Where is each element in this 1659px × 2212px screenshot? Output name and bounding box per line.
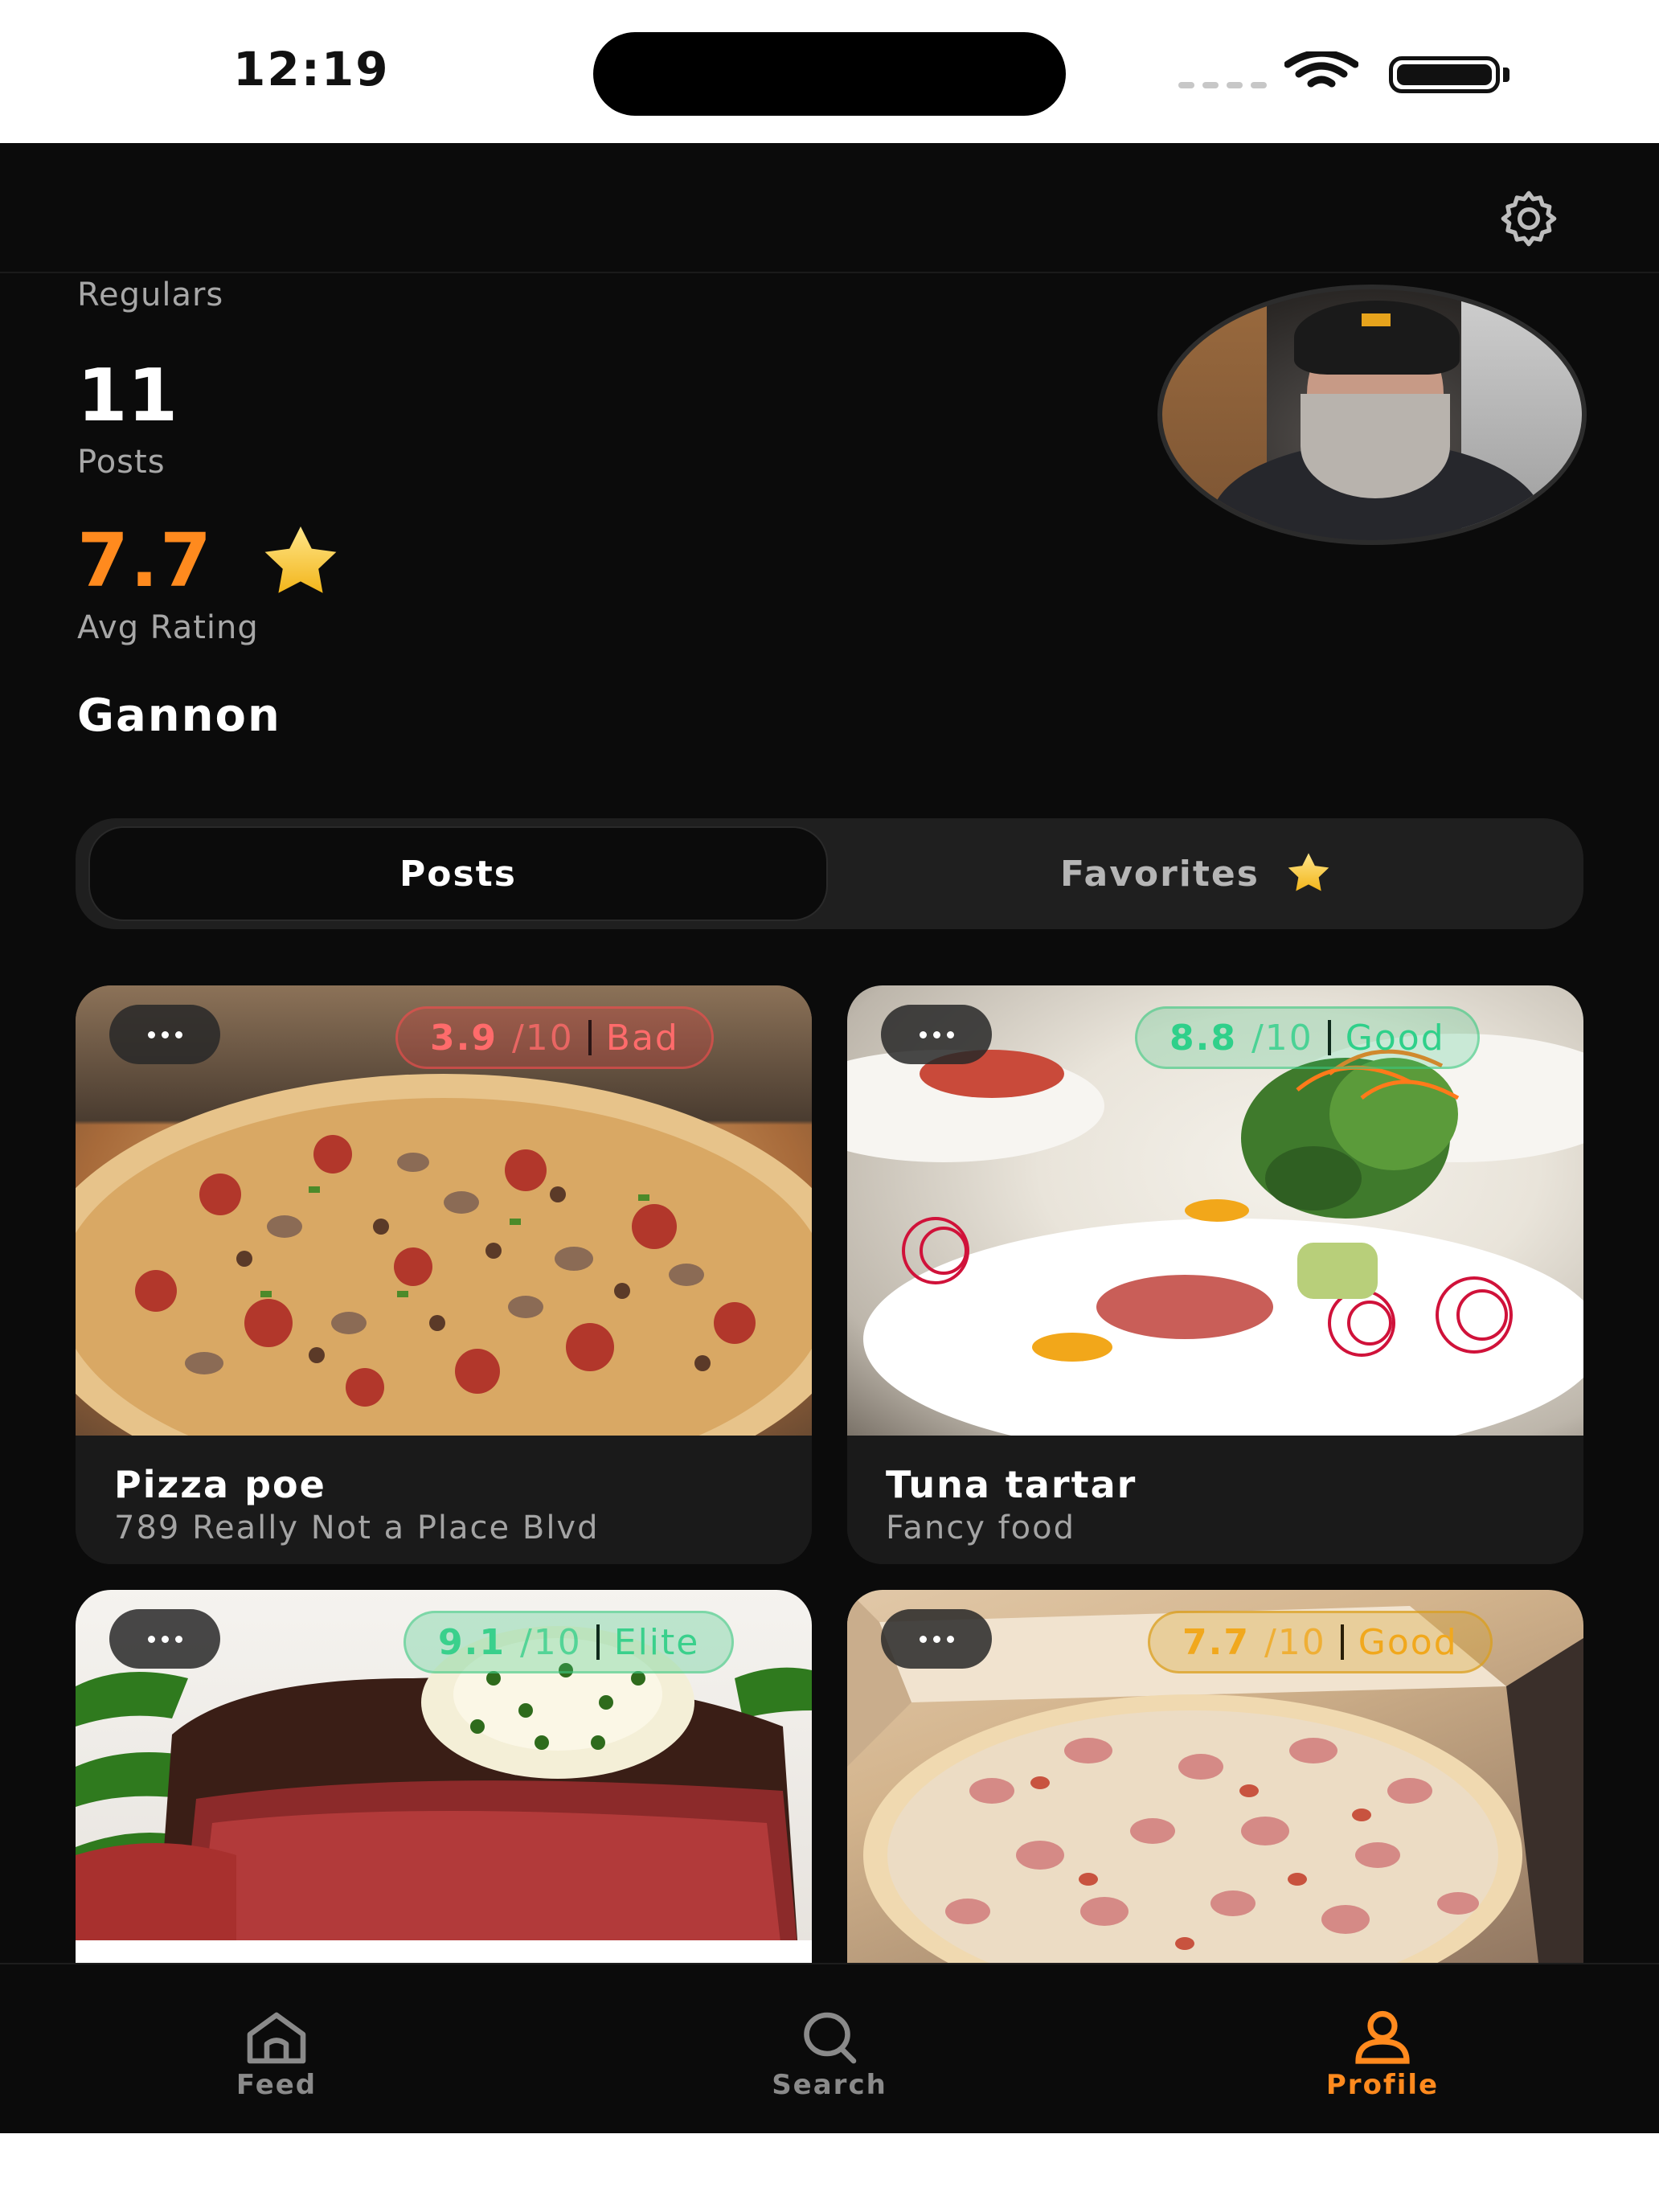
posts-label: Posts [77,444,166,481]
post-info: Pizza poe 789 Really Not a Place Blvd [76,1436,812,1564]
home-indicator-area [0,2133,1659,2212]
nav-profile[interactable]: Profile [1278,2008,1487,2101]
avg-rating-label: Avg Rating [77,609,259,646]
post-title: Tuna tartar [886,1463,1137,1506]
tab-favorites[interactable]: Favorites [831,826,1571,921]
search-icon [804,2012,857,2064]
battery-cap [1503,68,1509,82]
post-image: 7.7 /10 Good [847,1590,1583,1963]
home-icon [247,2012,306,2064]
post-subtitle: 789 Really Not a Place Blvd [114,1509,600,1546]
post-title: Pizza poe [114,1463,326,1506]
status-time: 12:19 [233,42,390,96]
post-image: 9.1 /10 Elite [76,1590,812,1963]
nav-search-label: Search [772,2069,887,2101]
post-card-steak[interactable]: 9.1 /10 Elite [76,1590,812,1963]
settings-button[interactable] [1495,185,1563,252]
post-info: Tuna tartar Fancy food [847,1436,1583,1564]
tab-favorites-label: Favorites [1060,853,1260,895]
more-options-button[interactable] [109,1005,220,1064]
more-options-button[interactable] [881,1609,992,1669]
rating-badge: 8.8 /10 Good [1135,1006,1480,1069]
post-image: 8.8 /10 Good [847,985,1583,1436]
more-options-button[interactable] [109,1609,220,1669]
cellular-signal-icon [1178,82,1267,88]
rating-badge: 3.9 /10 Bad [395,1006,714,1069]
avatar[interactable] [1157,285,1587,545]
more-options-button[interactable] [881,1005,992,1064]
profile-tabs: Posts Favorites [76,818,1583,929]
rating-badge: 7.7 /10 Good [1148,1611,1493,1673]
dynamic-island [593,32,1066,116]
bottom-nav: Feed Search Profile [0,1963,1659,2133]
gear-icon [1501,190,1557,247]
posts-count: 11 [77,354,178,438]
tab-posts[interactable]: Posts [88,826,828,921]
nav-feed-label: Feed [236,2069,317,2101]
nav-search[interactable]: Search [725,2008,934,2101]
nav-feed[interactable]: Feed [172,2008,381,2101]
avg-rating-value: 7.7 [77,518,213,604]
top-header [0,143,1659,273]
nav-profile-label: Profile [1325,2069,1440,2101]
wifi-icon [1284,51,1358,88]
post-card-pizza-2[interactable]: 7.7 /10 Good [847,1590,1583,1963]
person-icon [1355,2010,1410,2064]
post-image: 3.9 /10 Bad [76,985,812,1436]
rating-badge: 9.1 /10 Elite [403,1611,735,1673]
star-icon [264,526,337,593]
post-subtitle: Fancy food [886,1509,1075,1546]
username: Gannon [77,690,281,742]
regulars-label: Regulars [77,276,224,313]
status-bar: 12:19 [0,0,1659,143]
post-card-tuna-tartar[interactable]: 8.8 /10 Good Tuna tartar Fancy food [847,985,1583,1564]
star-icon [1288,853,1329,891]
battery-icon [1389,56,1500,93]
post-card-pizza-poe[interactable]: 3.9 /10 Bad Pizza poe 789 Really Not a P… [76,985,812,1564]
